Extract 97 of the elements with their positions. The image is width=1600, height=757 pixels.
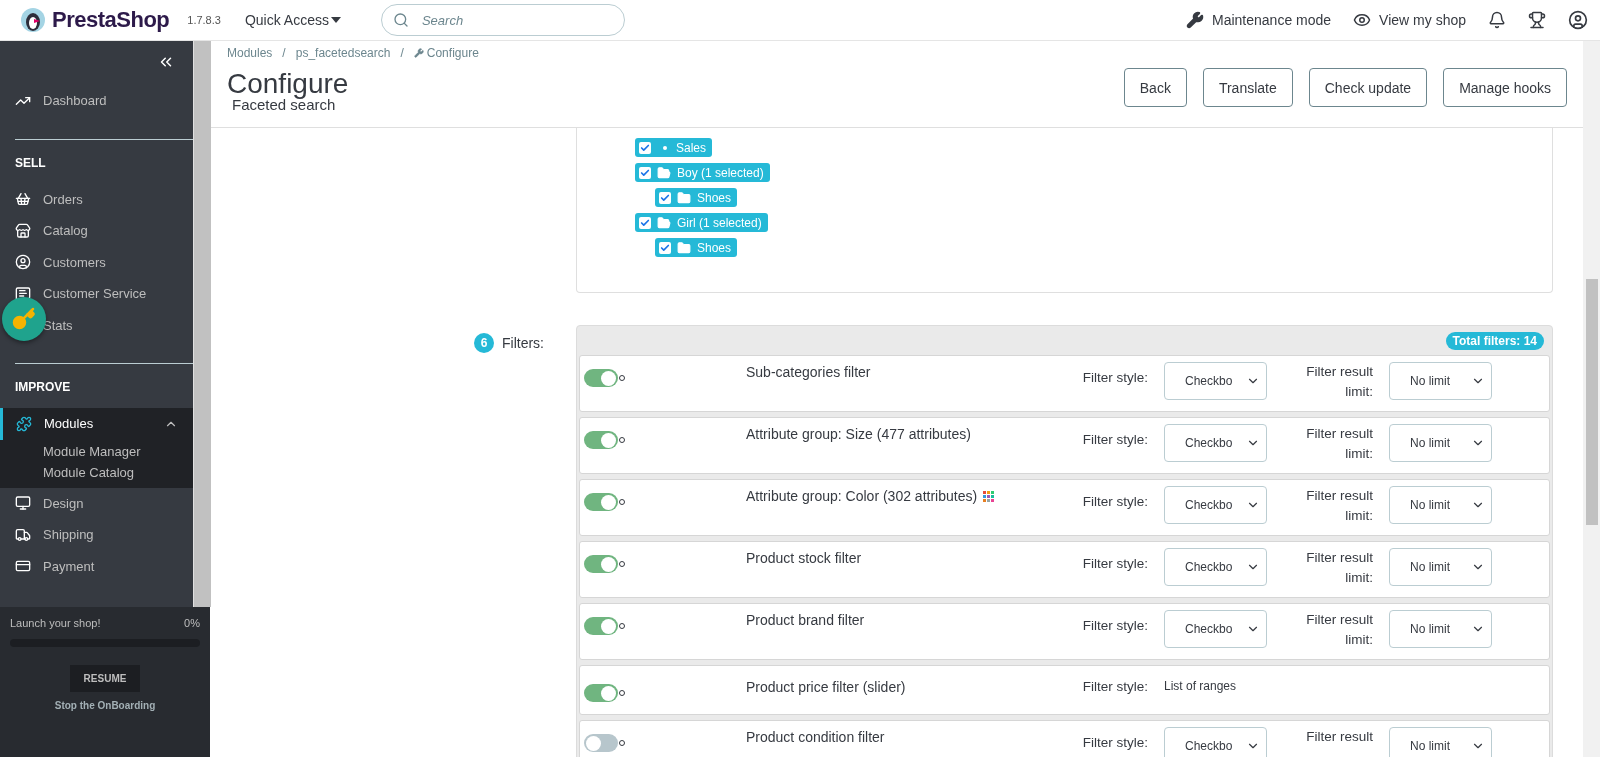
filter-name: Attribute group: Size (477 attributes) <box>746 426 971 442</box>
category-label: Boy (1 selected) <box>677 165 764 180</box>
result-limit-select[interactable]: No limit <box>1389 362 1492 400</box>
user-icon[interactable] <box>1568 10 1588 30</box>
menu-icon <box>15 254 31 271</box>
field-label: Filter style: <box>1081 617 1149 633</box>
category-label: Girl (1 selected) <box>677 215 762 230</box>
filter-style-select[interactable]: Checkbo <box>1164 424 1267 462</box>
breadcrumb-link[interactable]: Modules <box>227 46 273 60</box>
sidebar-item[interactable]: Customers <box>0 246 193 278</box>
toolbar-button[interactable]: Check update <box>1308 68 1428 107</box>
version-label: 1.7.8.3 <box>187 14 221 26</box>
result-limit-select[interactable]: No limit <box>1389 727 1492 757</box>
category-label: Shoes <box>697 240 732 255</box>
result-limit-select[interactable]: No limit <box>1389 548 1492 586</box>
field-label: Filters: <box>502 334 544 353</box>
breadcrumb-link[interactable]: ps_facetedsearch <box>295 46 391 60</box>
toolbar-button[interactable]: Back <box>1123 68 1187 107</box>
toolbar-button[interactable]: Manage hooks <box>1443 68 1567 107</box>
trophy-icon[interactable] <box>1528 11 1546 29</box>
key-icon <box>12 307 36 331</box>
eye-icon <box>1353 11 1372 29</box>
result-limit-select[interactable]: No limit <box>1389 424 1492 462</box>
menu-icon <box>15 222 31 239</box>
result-limit-select[interactable]: No limit <box>1389 610 1492 648</box>
logo-text: PrestaShop <box>52 7 170 33</box>
sidebar-item[interactable]: Customer Service <box>0 278 193 310</box>
filter-style-select[interactable]: Checkbo <box>1164 362 1267 400</box>
field-label: Filter style: <box>1081 431 1149 447</box>
search-icon <box>392 12 409 28</box>
search-field[interactable]: Search <box>380 4 625 36</box>
breadcrumb-separator: / <box>400 46 404 60</box>
resume-button[interactable]: RESUME <box>69 665 141 692</box>
category-label: Sales <box>676 140 707 155</box>
checkbox[interactable] <box>659 241 671 254</box>
wrench-icon <box>413 48 424 58</box>
field-label: Filter style: <box>1081 493 1149 509</box>
filter-name: Product brand filter <box>746 612 865 628</box>
breadcrumb-link[interactable]: Configure <box>413 46 479 60</box>
toolbar-button[interactable]: Translate <box>1202 68 1293 107</box>
step-badge: 6 <box>474 333 494 353</box>
page-title: Configure <box>227 70 350 98</box>
field-label: Filter result limit: <box>1305 611 1374 649</box>
header-link[interactable]: View my shop <box>1353 11 1466 29</box>
field-label: Filter result limit: <box>1305 487 1374 525</box>
checkbox[interactable] <box>639 141 651 154</box>
progress-percent: 0% <box>184 617 200 629</box>
onboarding-title: Launch your shop! <box>10 617 101 629</box>
filter-style-select[interactable]: Checkbo <box>1164 610 1267 648</box>
filter-style-select[interactable]: Checkbo <box>1164 727 1267 757</box>
field-label: Filter style: <box>1081 369 1149 385</box>
caret-icon <box>330 17 341 23</box>
field-label: Filter result limit: <box>1305 549 1374 587</box>
sidebar-item[interactable]: Shipping <box>0 519 193 551</box>
notifications-icon[interactable] <box>1488 11 1506 29</box>
bullet-icon <box>663 145 667 150</box>
filter-name: Product price filter (slider) <box>746 679 906 695</box>
sidebar-item[interactable]: Dashboard <box>0 85 193 117</box>
header-link[interactable]: Maintenance mode <box>1186 11 1332 29</box>
submenu-item[interactable]: Module Catalog <box>43 464 193 480</box>
menu-icon <box>16 415 32 432</box>
menu-icon <box>15 191 31 208</box>
wrench-icon <box>1186 11 1204 29</box>
field-label: Filter style: <box>1081 678 1149 694</box>
sidebar-item[interactable]: Stats <box>0 309 193 341</box>
field-label: Filter style: <box>1081 734 1149 750</box>
sidebar-item[interactable]: Orders <box>0 183 193 215</box>
menu-icon <box>15 495 31 512</box>
field-label: Filter result <box>1305 728 1374 746</box>
filter-name: Attribute group: Color (302 attributes) <box>746 488 978 504</box>
checkbox[interactable] <box>639 216 651 229</box>
field-label: Filter style: <box>1081 555 1149 571</box>
field-label: Filter result limit: <box>1305 363 1374 401</box>
filter-name: Product condition filter <box>746 729 885 745</box>
puffin-logo-icon <box>20 7 46 33</box>
scrollbar[interactable] <box>193 41 211 607</box>
filter-name: Product stock filter <box>746 550 862 566</box>
result-limit-select[interactable]: No limit <box>1389 486 1492 524</box>
menu-icon <box>15 526 31 543</box>
submenu-item[interactable]: Module Manager <box>43 443 193 459</box>
filter-style-select[interactable]: Checkbo <box>1164 548 1267 586</box>
quick-access-menu[interactable]: Quick Access <box>238 11 347 29</box>
filter-style-value: List of ranges <box>1164 678 1238 693</box>
sidebar-item[interactable]: Modules <box>0 408 193 440</box>
breadcrumb-separator: / <box>282 46 286 60</box>
stop-onboarding-link[interactable]: Stop the OnBoarding <box>54 700 156 711</box>
filter-name: Sub-categories filter <box>746 364 871 380</box>
scrollbar-thumb[interactable] <box>1585 279 1598 525</box>
sidebar-item[interactable]: Design <box>0 487 193 519</box>
sidebar-item[interactable]: Catalog <box>0 215 193 247</box>
sidebar-item[interactable]: Payment <box>0 550 193 582</box>
checkbox[interactable] <box>639 166 651 179</box>
total-filters-badge: Total filters: 14 <box>1445 332 1544 350</box>
category-label: Shoes <box>697 190 732 205</box>
field-label: Filter result limit: <box>1305 425 1374 463</box>
filter-style-select[interactable]: Checkbo <box>1164 486 1267 524</box>
checkbox[interactable] <box>659 191 671 204</box>
